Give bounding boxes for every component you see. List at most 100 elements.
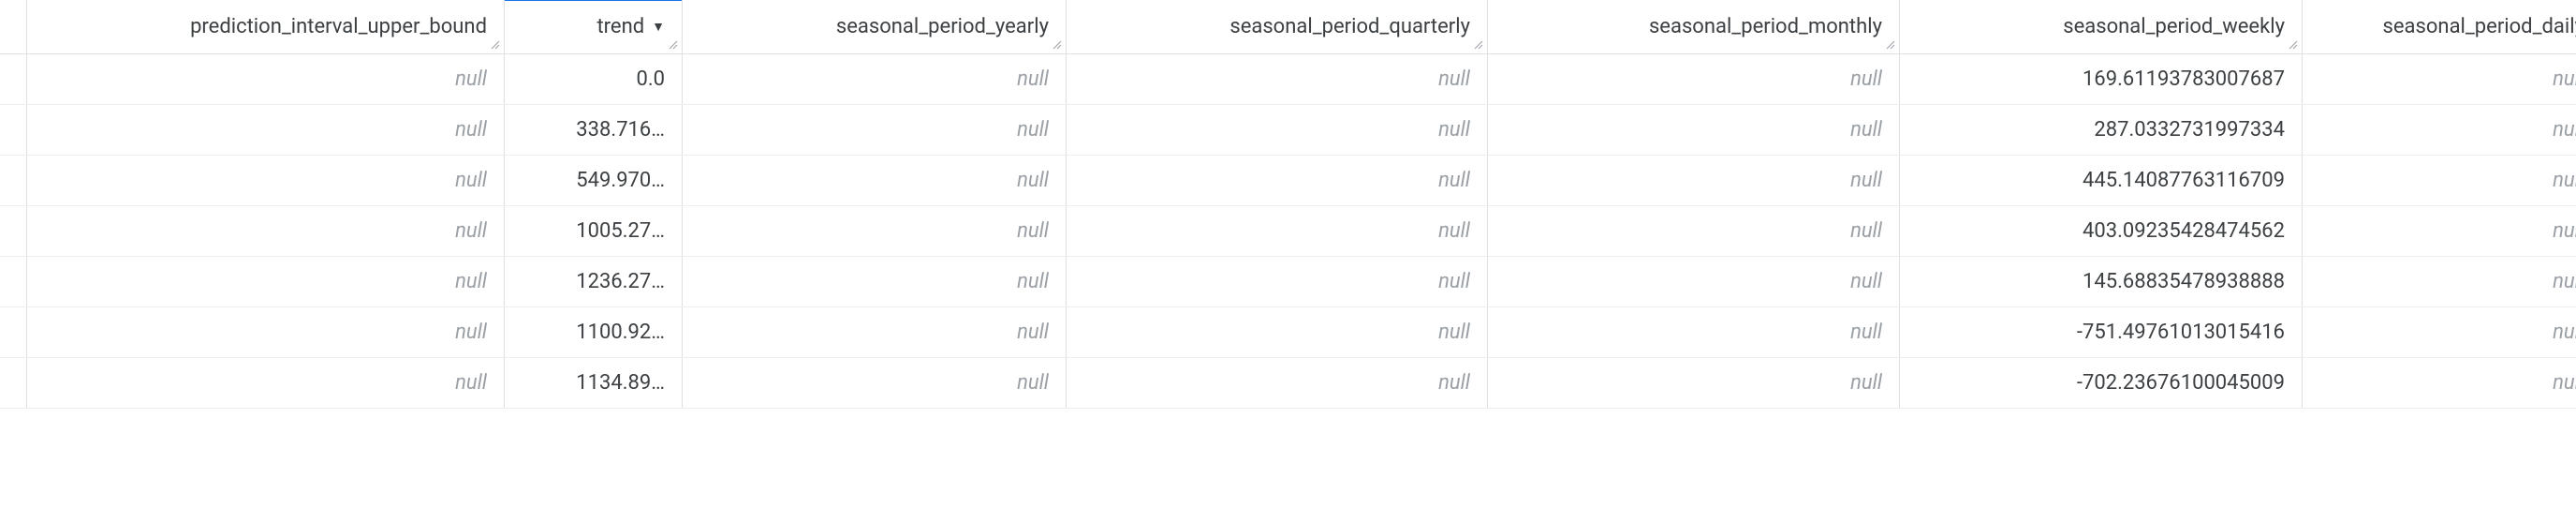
- null-value: null: [2553, 321, 2576, 344]
- null-value: null: [1017, 270, 1049, 293]
- cell-seasonal_period_weekly[interactable]: 403.09235428474562: [1900, 206, 2303, 256]
- cell-seasonal_period_weekly[interactable]: 287.0332731997334: [1900, 105, 2303, 155]
- cell-prediction_interval_upper_bound[interactable]: null: [27, 156, 505, 205]
- cell-seasonal_period_yearly[interactable]: null: [683, 307, 1067, 357]
- cell-seasonal_period_daily[interactable]: null: [2303, 206, 2576, 256]
- column-header-seasonal-period-weekly[interactable]: seasonal_period_weekly: [1900, 0, 2303, 53]
- cell-trend[interactable]: 1005.27…: [505, 206, 683, 256]
- cell-seasonal_period_monthly[interactable]: null: [1488, 257, 1900, 306]
- table-row[interactable]: null1134.89…nullnullnull-702.23676100045…: [0, 358, 2576, 409]
- cell-trend[interactable]: 1134.89…: [505, 358, 683, 408]
- resize-handle-icon[interactable]: [1473, 39, 1484, 51]
- cell-seasonal_period_daily[interactable]: null: [2303, 156, 2576, 205]
- column-label: trend: [596, 15, 644, 38]
- null-value: null: [1850, 371, 1882, 395]
- row-gutter: [0, 156, 27, 205]
- cell-seasonal_period_daily[interactable]: null: [2303, 54, 2576, 104]
- cell-trend[interactable]: 0.0: [505, 54, 683, 104]
- cell-seasonal_period_yearly[interactable]: null: [683, 105, 1067, 155]
- cell-seasonal_period_weekly[interactable]: -702.23676100045009: [1900, 358, 2303, 408]
- cell-seasonal_period_quarterly[interactable]: null: [1067, 307, 1488, 357]
- cell-prediction_interval_upper_bound[interactable]: null: [27, 54, 505, 104]
- cell-seasonal_period_daily[interactable]: null: [2303, 358, 2576, 408]
- cell-seasonal_period_monthly[interactable]: null: [1488, 206, 1900, 256]
- cell-seasonal_period_weekly[interactable]: 445.14087763116709: [1900, 156, 2303, 205]
- cell-seasonal_period_daily[interactable]: null: [2303, 257, 2576, 306]
- table-row[interactable]: null549.970…nullnullnull445.140877631167…: [0, 156, 2576, 206]
- cell-seasonal_period_monthly[interactable]: null: [1488, 156, 1900, 205]
- column-label: seasonal_period_daily: [2383, 15, 2576, 38]
- cell-seasonal_period_weekly[interactable]: 169.61193783007687: [1900, 54, 2303, 104]
- cell-trend[interactable]: 1100.92…: [505, 307, 683, 357]
- column-header-prediction-interval-upper-bound[interactable]: prediction_interval_upper_bound: [27, 0, 505, 53]
- cell-seasonal_period_quarterly[interactable]: null: [1067, 54, 1488, 104]
- null-value: null: [1850, 321, 1882, 344]
- column-label: seasonal_period_quarterly: [1229, 15, 1470, 38]
- resize-handle-icon[interactable]: [1885, 39, 1896, 51]
- cell-prediction_interval_upper_bound[interactable]: null: [27, 206, 505, 256]
- cell-prediction_interval_upper_bound[interactable]: null: [27, 105, 505, 155]
- row-header-gutter: [0, 0, 27, 53]
- column-header-seasonal-period-daily[interactable]: seasonal_period_daily: [2303, 0, 2576, 53]
- null-value: null: [1850, 270, 1882, 293]
- cell-seasonal_period_monthly[interactable]: null: [1488, 307, 1900, 357]
- cell-seasonal_period_weekly[interactable]: -751.49761013015416: [1900, 307, 2303, 357]
- table-row[interactable]: null1005.27…nullnullnull403.092354284745…: [0, 206, 2576, 257]
- table-header: prediction_interval_upper_bound trend ▼ …: [0, 0, 2576, 54]
- table-row[interactable]: null1100.92…nullnullnull-751.49761013015…: [0, 307, 2576, 358]
- cell-seasonal_period_yearly[interactable]: null: [683, 257, 1067, 306]
- cell-prediction_interval_upper_bound[interactable]: null: [27, 257, 505, 306]
- cell-seasonal_period_monthly[interactable]: null: [1488, 105, 1900, 155]
- cell-seasonal_period_quarterly[interactable]: null: [1067, 156, 1488, 205]
- null-value: null: [455, 270, 487, 293]
- column-label: seasonal_period_weekly: [2063, 15, 2285, 38]
- cell-trend[interactable]: 549.970…: [505, 156, 683, 205]
- sort-descending-icon: ▼: [652, 19, 665, 35]
- column-header-seasonal-period-monthly[interactable]: seasonal_period_monthly: [1488, 0, 1900, 53]
- cell-prediction_interval_upper_bound[interactable]: null: [27, 307, 505, 357]
- column-header-seasonal-period-yearly[interactable]: seasonal_period_yearly: [683, 0, 1067, 53]
- table-row[interactable]: null0.0nullnullnull169.61193783007687nul…: [0, 54, 2576, 105]
- cell-seasonal_period_monthly[interactable]: null: [1488, 54, 1900, 104]
- cell-seasonal_period_yearly[interactable]: null: [683, 358, 1067, 408]
- table-row[interactable]: null338.716…nullnullnull287.033273199733…: [0, 105, 2576, 156]
- resize-handle-icon[interactable]: [668, 39, 679, 51]
- cell-seasonal_period_daily[interactable]: null: [2303, 105, 2576, 155]
- row-gutter: [0, 257, 27, 306]
- cell-seasonal_period_quarterly[interactable]: null: [1067, 257, 1488, 306]
- column-label: seasonal_period_monthly: [1649, 15, 1882, 38]
- cell-trend[interactable]: 1236.27…: [505, 257, 683, 306]
- cell-seasonal_period_yearly[interactable]: null: [683, 156, 1067, 205]
- resize-handle-icon[interactable]: [2288, 39, 2299, 51]
- cell-seasonal_period_quarterly[interactable]: null: [1067, 358, 1488, 408]
- column-header-trend[interactable]: trend ▼: [505, 0, 683, 53]
- cell-seasonal_period_yearly[interactable]: null: [683, 54, 1067, 104]
- null-value: null: [2553, 169, 2576, 192]
- table-body: null0.0nullnullnull169.61193783007687nul…: [0, 54, 2576, 409]
- data-table: prediction_interval_upper_bound trend ▼ …: [0, 0, 2576, 409]
- null-value: null: [1438, 371, 1470, 395]
- cell-seasonal_period_quarterly[interactable]: null: [1067, 206, 1488, 256]
- null-value: null: [1017, 219, 1049, 243]
- column-header-seasonal-period-quarterly[interactable]: seasonal_period_quarterly: [1067, 0, 1488, 53]
- cell-seasonal_period_monthly[interactable]: null: [1488, 358, 1900, 408]
- cell-prediction_interval_upper_bound[interactable]: null: [27, 358, 505, 408]
- table-row[interactable]: null1236.27…nullnullnull145.688354789388…: [0, 257, 2576, 307]
- null-value: null: [2553, 371, 2576, 395]
- cell-seasonal_period_daily[interactable]: null: [2303, 307, 2576, 357]
- null-value: null: [1850, 118, 1882, 142]
- header-row: prediction_interval_upper_bound trend ▼ …: [0, 0, 2576, 54]
- null-value: null: [1017, 169, 1049, 192]
- null-value: null: [455, 371, 487, 395]
- null-value: null: [2553, 118, 2576, 142]
- cell-seasonal_period_weekly[interactable]: 145.68835478938888: [1900, 257, 2303, 306]
- cell-seasonal_period_quarterly[interactable]: null: [1067, 105, 1488, 155]
- column-label: seasonal_period_yearly: [836, 15, 1049, 38]
- resize-handle-icon[interactable]: [1052, 39, 1063, 51]
- cell-trend[interactable]: 338.716…: [505, 105, 683, 155]
- cell-seasonal_period_yearly[interactable]: null: [683, 206, 1067, 256]
- resize-handle-icon[interactable]: [490, 39, 501, 51]
- row-gutter: [0, 105, 27, 155]
- row-gutter: [0, 206, 27, 256]
- null-value: null: [455, 169, 487, 192]
